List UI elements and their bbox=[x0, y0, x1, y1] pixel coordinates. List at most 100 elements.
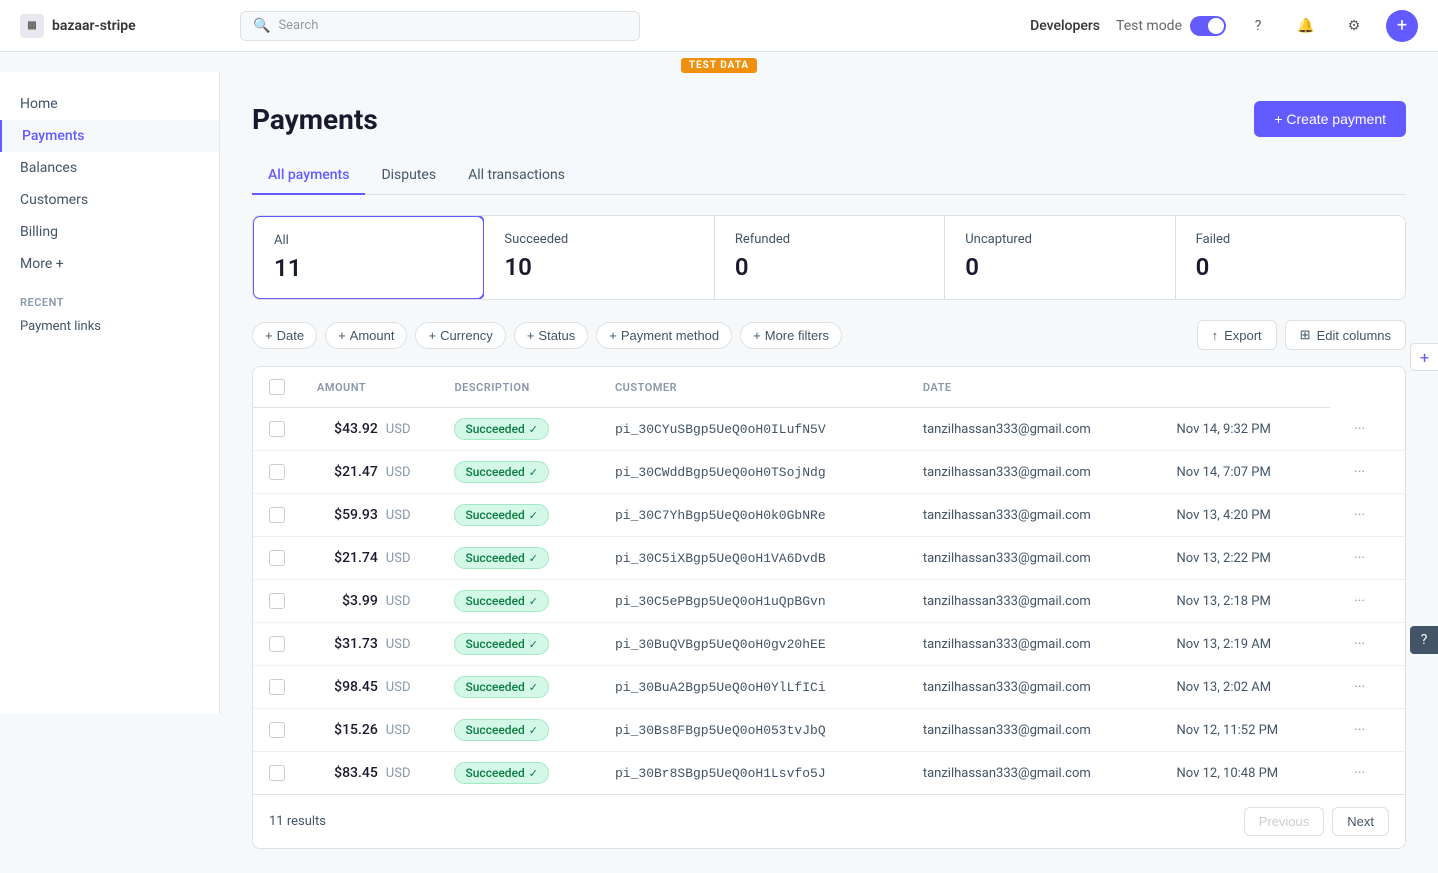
row-more[interactable]: ··· bbox=[1330, 580, 1405, 623]
sidebar-label-billing: Billing bbox=[20, 224, 58, 240]
filter-payment-method-button[interactable]: + Payment method bbox=[596, 322, 732, 349]
row-checkbox-cell[interactable] bbox=[253, 666, 301, 709]
filter-status-button[interactable]: + Status bbox=[514, 322, 588, 349]
row-more[interactable]: ··· bbox=[1330, 408, 1405, 451]
row-checkbox[interactable] bbox=[269, 421, 285, 437]
row-customer: tanzilhassan333@gmail.com bbox=[907, 451, 1161, 494]
table-row[interactable]: $31.73 USD Succeeded ✓ pi_30BuQVBgp5UeQ0… bbox=[253, 623, 1405, 666]
export-button[interactable]: ↑ Export bbox=[1197, 320, 1277, 350]
notifications-icon-btn[interactable]: 🔔 bbox=[1290, 10, 1322, 42]
tab-all-transactions[interactable]: All transactions bbox=[452, 157, 581, 195]
stat-card-uncaptured[interactable]: Uncaptured 0 bbox=[945, 216, 1175, 299]
row-more[interactable]: ··· bbox=[1330, 623, 1405, 666]
more-options-icon[interactable]: ··· bbox=[1346, 546, 1373, 570]
table-row[interactable]: $43.92 USD Succeeded ✓ pi_30CYuSBgp5UeQ0… bbox=[253, 408, 1405, 451]
more-options-icon[interactable]: ··· bbox=[1346, 503, 1373, 527]
more-options-icon[interactable]: ··· bbox=[1346, 632, 1373, 656]
row-description: pi_30BuA2Bgp5UeQ0oH0YlLfICi bbox=[599, 666, 907, 709]
row-currency: USD bbox=[382, 451, 439, 494]
table-row[interactable]: $98.45 USD Succeeded ✓ pi_30BuA2Bgp5UeQ0… bbox=[253, 666, 1405, 709]
row-checkbox-cell[interactable] bbox=[253, 709, 301, 752]
row-more[interactable]: ··· bbox=[1330, 752, 1405, 795]
more-options-icon[interactable]: ··· bbox=[1346, 718, 1373, 742]
right-add-button[interactable]: + bbox=[1410, 343, 1438, 371]
previous-button[interactable]: Previous bbox=[1244, 807, 1325, 836]
next-button[interactable]: Next bbox=[1332, 807, 1389, 836]
row-checkbox[interactable] bbox=[269, 464, 285, 480]
global-add-button[interactable]: + bbox=[1386, 10, 1418, 42]
select-all-checkbox[interactable] bbox=[269, 379, 285, 395]
stat-card-refunded[interactable]: Refunded 0 bbox=[715, 216, 945, 299]
sidebar-item-payment-links[interactable]: Payment links bbox=[0, 313, 219, 340]
row-checkbox[interactable] bbox=[269, 679, 285, 695]
filter-currency-button[interactable]: + Currency bbox=[415, 322, 505, 349]
sidebar-item-billing[interactable]: Billing bbox=[0, 216, 219, 248]
more-options-icon[interactable]: ··· bbox=[1346, 675, 1373, 699]
row-checkbox[interactable] bbox=[269, 550, 285, 566]
right-help-button[interactable]: ? bbox=[1410, 626, 1438, 654]
create-payment-button[interactable]: + Create payment bbox=[1254, 101, 1406, 137]
test-mode-toggle[interactable]: Test mode bbox=[1116, 16, 1226, 36]
row-checkbox-cell[interactable] bbox=[253, 580, 301, 623]
table-row[interactable]: $21.47 USD Succeeded ✓ pi_30CWddBgp5UeQ0… bbox=[253, 451, 1405, 494]
table-row[interactable]: $59.93 USD Succeeded ✓ pi_30C7YhBgp5UeQ0… bbox=[253, 494, 1405, 537]
filter-amount-button[interactable]: + Amount bbox=[325, 322, 407, 349]
edit-columns-label: Edit columns bbox=[1317, 328, 1391, 343]
more-options-icon[interactable]: ··· bbox=[1346, 589, 1373, 613]
sidebar-item-balances[interactable]: Balances bbox=[0, 152, 219, 184]
stats-row: All 11 Succeeded 10 Refunded 0 Uncapture… bbox=[252, 215, 1406, 300]
stat-card-succeeded[interactable]: Succeeded 10 bbox=[484, 216, 714, 299]
row-checkbox[interactable] bbox=[269, 765, 285, 781]
filter-date-button[interactable]: + Date bbox=[252, 322, 317, 349]
developers-link[interactable]: Developers bbox=[1030, 18, 1100, 34]
row-checkbox[interactable] bbox=[269, 593, 285, 609]
row-status: Succeeded ✓ bbox=[438, 537, 599, 580]
stat-card-all[interactable]: All 11 bbox=[252, 215, 485, 300]
row-more[interactable]: ··· bbox=[1330, 666, 1405, 709]
row-checkbox[interactable] bbox=[269, 507, 285, 523]
row-checkbox[interactable] bbox=[269, 722, 285, 738]
row-currency: USD bbox=[382, 494, 439, 537]
row-checkbox[interactable] bbox=[269, 636, 285, 652]
row-more[interactable]: ··· bbox=[1330, 494, 1405, 537]
sidebar-item-home[interactable]: Home bbox=[0, 88, 219, 120]
more-options-icon[interactable]: ··· bbox=[1346, 460, 1373, 484]
row-checkbox-cell[interactable] bbox=[253, 623, 301, 666]
row-amount: $21.74 bbox=[301, 537, 382, 580]
row-checkbox-cell[interactable] bbox=[253, 537, 301, 580]
settings-icon-btn[interactable]: ⚙ bbox=[1338, 10, 1370, 42]
row-checkbox-cell[interactable] bbox=[253, 408, 301, 451]
row-checkbox-cell[interactable] bbox=[253, 494, 301, 537]
check-icon: ✓ bbox=[529, 681, 538, 694]
sidebar-item-payments[interactable]: Payments bbox=[0, 120, 219, 152]
row-more[interactable]: ··· bbox=[1330, 537, 1405, 580]
row-more[interactable]: ··· bbox=[1330, 709, 1405, 752]
check-icon: ✓ bbox=[529, 638, 538, 651]
edit-columns-button[interactable]: ⊞ Edit columns bbox=[1285, 320, 1406, 350]
toggle-switch[interactable] bbox=[1190, 16, 1226, 36]
sidebar-item-customers[interactable]: Customers bbox=[0, 184, 219, 216]
tab-disputes[interactable]: Disputes bbox=[365, 157, 452, 195]
table-row[interactable]: $21.74 USD Succeeded ✓ pi_30C5iXBgp5UeQ0… bbox=[253, 537, 1405, 580]
select-all-header[interactable] bbox=[253, 367, 301, 408]
tab-all-payments[interactable]: All payments bbox=[252, 157, 365, 195]
row-more[interactable]: ··· bbox=[1330, 451, 1405, 494]
search-bar[interactable]: 🔍 Search bbox=[240, 11, 640, 41]
app-logo[interactable]: ▦ bazaar-stripe bbox=[20, 14, 240, 38]
table-row[interactable]: $3.99 USD Succeeded ✓ pi_30C5ePBgp5UeQ0o… bbox=[253, 580, 1405, 623]
sidebar-item-more[interactable]: More + bbox=[0, 248, 219, 280]
table-row[interactable]: $83.45 USD Succeeded ✓ pi_30Br8SBgp5UeQ0… bbox=[253, 752, 1405, 795]
plus-amount-icon: + bbox=[338, 328, 346, 343]
row-checkbox-cell[interactable] bbox=[253, 451, 301, 494]
status-badge: Succeeded ✓ bbox=[454, 762, 549, 784]
help-icon-btn[interactable]: ? bbox=[1242, 10, 1274, 42]
row-description: pi_30Bs8FBgp5UeQ0oH053tvJbQ bbox=[599, 709, 907, 752]
row-date: Nov 14, 9:32 PM bbox=[1161, 408, 1331, 451]
more-options-icon[interactable]: ··· bbox=[1346, 761, 1373, 785]
stat-card-failed[interactable]: Failed 0 bbox=[1176, 216, 1405, 299]
table-row[interactable]: $15.26 USD Succeeded ✓ pi_30Bs8FBgp5UeQ0… bbox=[253, 709, 1405, 752]
filter-more-button[interactable]: + More filters bbox=[740, 322, 842, 349]
more-options-icon[interactable]: ··· bbox=[1346, 417, 1373, 441]
row-checkbox-cell[interactable] bbox=[253, 752, 301, 795]
row-status: Succeeded ✓ bbox=[438, 494, 599, 537]
